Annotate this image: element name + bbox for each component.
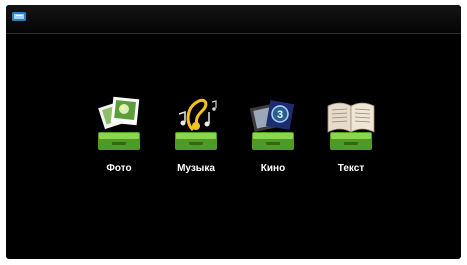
music-note-icon — [175, 98, 217, 150]
menu-item-label: Текст — [337, 163, 365, 174]
tv-screen: Фото Музыка 3 Кино Текст — [6, 5, 461, 259]
menu-item-cinema[interactable]: 3 Кино — [243, 92, 303, 192]
film-reel-icon: 3 — [249, 100, 295, 150]
menu-item-photo[interactable]: Фото — [89, 92, 149, 192]
photo-stack-icon — [98, 96, 140, 150]
media-menu: Фото Музыка 3 Кино Текст — [6, 5, 461, 259]
svg-text:3: 3 — [277, 109, 283, 121]
menu-item-music[interactable]: Музыка — [166, 92, 226, 192]
menu-item-label: Музыка — [177, 163, 215, 174]
menu-item-label: Фото — [106, 163, 132, 174]
menu-item-label: Кино — [260, 163, 286, 174]
open-book-icon — [327, 102, 375, 150]
menu-item-text[interactable]: Текст — [321, 92, 381, 192]
